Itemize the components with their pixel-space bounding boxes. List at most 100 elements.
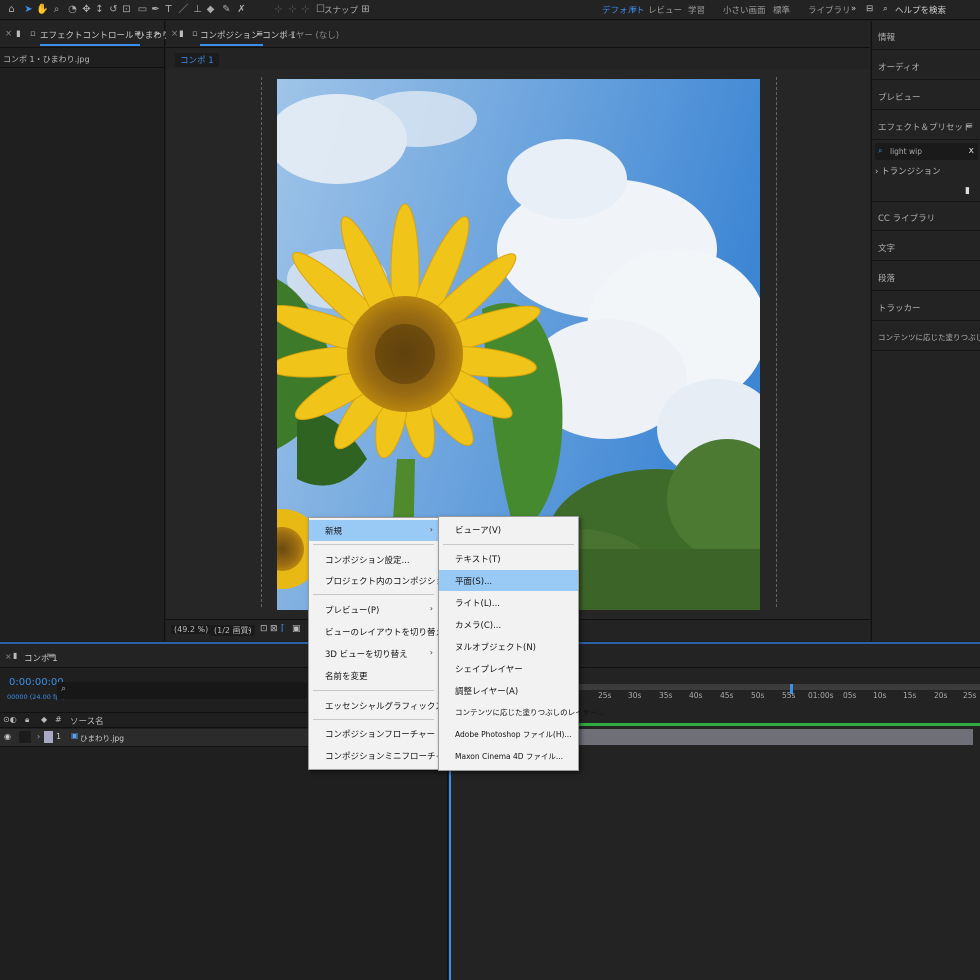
home-icon[interactable]: ⌂ [5,3,18,16]
panel-lock-icon[interactable]: ▮ [179,29,184,39]
axis-view-icon[interactable]: ⊹ [299,3,312,16]
cc-libraries-panel[interactable]: CC ライブラリ [872,202,980,231]
workspace-review[interactable]: レビュー [648,4,682,16]
panel-menu-icon[interactable]: ≡ [256,29,263,39]
menu-item-switch-3d-view[interactable]: 3D ビューを切り替え › [309,643,438,664]
character-panel[interactable]: 文字 [872,232,980,261]
roto-brush-icon[interactable]: ✎ [220,3,233,16]
axis-local-icon[interactable]: ⊹ [272,3,285,16]
menu-item-preview[interactable]: プレビュー(P) › [309,599,438,620]
panel-menu-icon[interactable]: ≡ [134,29,141,39]
breadcrumb: コンポ 1・ひまわり.jpg [3,55,90,64]
chevron-right-icon[interactable]: › [37,732,40,741]
brush-tool-icon[interactable]: ／ [177,3,190,16]
pen-tool-icon[interactable]: ✒ [149,3,162,16]
zoom-tool-icon[interactable]: ⌕ [50,3,63,16]
menu-item-reveal-in-project[interactable]: プロジェクト内のコンポジションを表示 [309,570,478,591]
source-name-header[interactable]: ソース名 [70,715,104,727]
tracker-panel[interactable]: トラッカー [872,292,980,321]
view-options-icon[interactable]: ▣ [292,624,301,634]
orbit-tool-icon[interactable]: ◔ [66,3,79,16]
rotate-tool-icon[interactable]: ↺ [107,3,120,16]
stamp-tool-icon[interactable]: ⊥ [191,3,204,16]
pan-tool-icon[interactable]: ✥ [80,3,93,16]
comp-chip[interactable]: コンポ 1 [175,53,219,67]
workspace-default[interactable]: デフォルト [602,4,645,16]
ruler-label: 35s [659,691,673,700]
more-tabs-icon[interactable]: » [155,29,160,39]
menu-item-switch-view-layout[interactable]: ビューのレイアウトを切り替え › [309,621,444,642]
effect-controls-tab[interactable]: エフェクトコントロール ひまわり.jpg [40,29,186,41]
current-timecode[interactable]: 0:00:00:00 [9,677,64,688]
axis-world-icon[interactable]: ⊹ [286,3,299,16]
type-tool-icon[interactable]: T [162,3,175,16]
menu-item-comp-flowchart[interactable]: コンポジションフローチャート [309,723,444,744]
menu-item-comp-settings[interactable]: コンポジション設定... [309,549,438,570]
submenu-item-content-aware-fill-layer[interactable]: コンテンツに応じた塗りつぶしのレイヤー... [439,702,605,723]
content-aware-fill-panel[interactable]: コンテンツに応じた塗りつぶし [872,322,980,351]
zoom-dropdown[interactable]: (49.2 %) [171,625,212,634]
submenu-item-photoshop-file[interactable]: Adobe Photoshop ファイル(H)... [439,724,578,745]
lock-column-icon: 🔒︎ [25,715,30,724]
audio-panel[interactable]: オーディオ [872,51,980,80]
transition-category[interactable]: › トランジション [875,165,941,177]
region-of-interest-icon[interactable]: ⊡ [260,624,268,634]
submenu-item-camera[interactable]: カメラ(C)... [439,614,578,635]
workspace-menu-icon[interactable]: ≡ [630,4,637,14]
submenu-item-light[interactable]: ライト(L)... [439,592,578,613]
more-workspaces-icon[interactable]: » [851,4,856,14]
active-tab-indicator [200,44,263,46]
layer-name[interactable]: ひまわり.jpg [80,733,124,744]
menu-item-new[interactable]: 新規 › [309,520,438,541]
panel-menu-icon[interactable]: ≡ [48,651,55,660]
submenu-item-text[interactable]: テキスト(T) [439,548,578,569]
submenu-item-solid[interactable]: 平面(S)... [439,570,578,591]
info-panel[interactable]: 情報 [872,21,980,50]
close-icon[interactable]: × [5,652,12,661]
close-icon[interactable]: × [171,29,178,39]
submenu-item-null-object[interactable]: ヌルオブジェクト(N) [439,636,578,657]
anchor-tool-icon[interactable]: ⊡ [120,3,133,16]
workspace-small-screen[interactable]: 小さい画面 [723,4,766,16]
layer-label-color[interactable] [44,731,53,743]
rectangle-tool-icon[interactable]: ▭ [136,3,149,16]
submenu-item-cinema4d-file[interactable]: Maxon Cinema 4D ファイル... [439,746,578,767]
menu-item-label: 新規 [325,527,343,537]
workspace-libraries[interactable]: ライブラリ [808,4,851,16]
panel-menu-icon[interactable]: ≡ [966,121,973,131]
dolly-tool-icon[interactable]: ↕ [93,3,106,16]
comp-type-icon: ▮ [13,651,18,660]
eraser-tool-icon[interactable]: ◆ [204,3,217,16]
menu-item-rename[interactable]: 名前を変更 [309,665,438,686]
mask-visibility-icon[interactable]: ⌈ [281,624,285,634]
visibility-eye-icon[interactable]: ◉ [4,732,11,741]
menu-item-comp-mini-flowchart[interactable]: コンポジションミニフローチャート [309,745,461,766]
effects-search-field[interactable]: ⌕ light wip x [875,143,978,160]
paragraph-panel[interactable]: 段落 [872,262,980,291]
snap-label[interactable]: スナップ [324,4,358,16]
panel-lock-icon[interactable]: ▮ [16,29,21,39]
transparency-grid-icon[interactable]: ⊠ [270,624,278,634]
clear-search-icon[interactable]: x [969,146,974,156]
preview-panel[interactable]: プレビュー [872,81,980,110]
solo-toggle[interactable] [19,731,31,743]
submenu-item-viewer[interactable]: ビューア(V) [439,519,578,540]
workspace-learn[interactable]: 学習 [688,4,705,16]
menu-item-open-essential-graphics[interactable]: エッセンシャルグラフィックスで開く [309,695,469,716]
puppet-tool-icon[interactable]: ✗ [235,3,248,16]
new-bin-icon[interactable]: ▮ [965,186,970,196]
selection-tool-icon[interactable]: ➤ [22,3,35,16]
submenu-item-shape-layer[interactable]: シェイプレイヤー [439,658,578,679]
ruler-label: 01:00s [808,691,834,700]
layer-tab[interactable]: レイヤー (なし) [279,29,339,41]
effects-presets-panel[interactable]: エフェクト＆プリセット ≡ [872,111,980,140]
hand-tool-icon[interactable]: ✋ [36,3,49,16]
workspace-sync-icon[interactable]: ⊟ [866,4,873,14]
layer-search-input[interactable]: ⌕ [57,682,307,699]
submenu-item-adjustment-layer[interactable]: 調整レイヤー(A) [439,680,578,701]
menu-separator [313,594,434,595]
help-search-input[interactable]: ヘルプを検索 [895,4,946,16]
workspace-standard[interactable]: 標準 [773,4,790,16]
close-icon[interactable]: × [5,29,12,39]
snap-options-icon[interactable]: ⊞ [359,3,372,16]
